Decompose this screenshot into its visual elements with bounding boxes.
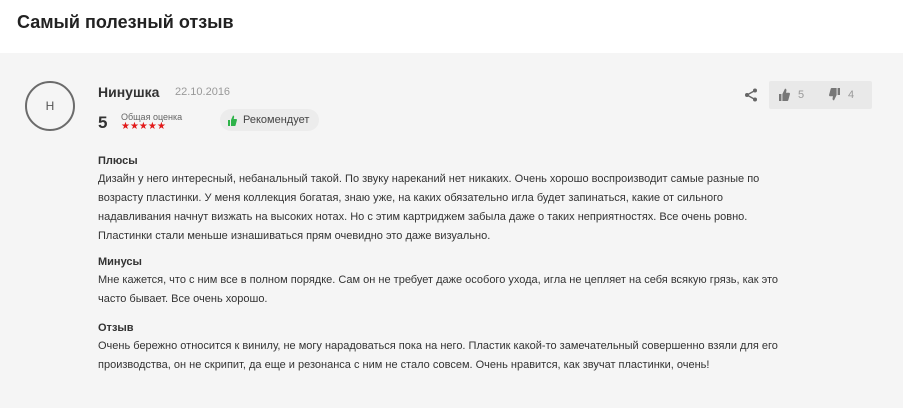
vote-down-button[interactable]: 4: [829, 88, 854, 101]
comment-title: Отзыв: [98, 322, 134, 334]
comment-section: Отзыв Очень бережно относится к винилу, …: [98, 321, 788, 375]
thumb-down-icon: [829, 88, 840, 101]
thumb-up-icon: [779, 88, 790, 101]
recommend-badge: Рекомендует: [220, 109, 320, 131]
pros-title: Плюсы: [98, 155, 138, 167]
author-name[interactable]: Нинушка: [98, 84, 159, 100]
cons-title: Минусы: [98, 256, 142, 268]
review-card: Н Нинушка 22.10.2016 5 Общая оценка ★★★★…: [0, 53, 903, 408]
vote-down-count: 4: [848, 88, 855, 101]
review-date: 22.10.2016: [175, 86, 231, 98]
section-title: Самый полезный отзыв: [17, 12, 234, 32]
pros-section: Плюсы Дизайн у него интересный, небаналь…: [98, 154, 788, 246]
overall-score: 5: [98, 113, 108, 132]
share-icon[interactable]: [744, 88, 758, 102]
vote-up-button[interactable]: 5: [779, 88, 804, 101]
pros-text: Дизайн у него интересный, небанальный та…: [98, 173, 760, 242]
cons-section: Минусы Мне кажется, что с ним все в полн…: [98, 255, 788, 309]
thumb-up-icon: [228, 115, 237, 126]
votes-panel: 5 4: [769, 81, 872, 109]
page: Самый полезный отзыв Н Нинушка 22.10.201…: [0, 0, 903, 408]
comment-text: Очень бережно относится к винилу, не мог…: [98, 340, 778, 371]
rating-stars: ★★★★★: [121, 121, 166, 132]
cons-text: Мне кажется, что с ним все в полном поря…: [98, 274, 779, 305]
vote-up-count: 5: [798, 88, 805, 101]
avatar-letter: Н: [45, 99, 55, 113]
recommend-label: Рекомендует: [243, 114, 310, 126]
avatar: Н: [25, 81, 75, 131]
